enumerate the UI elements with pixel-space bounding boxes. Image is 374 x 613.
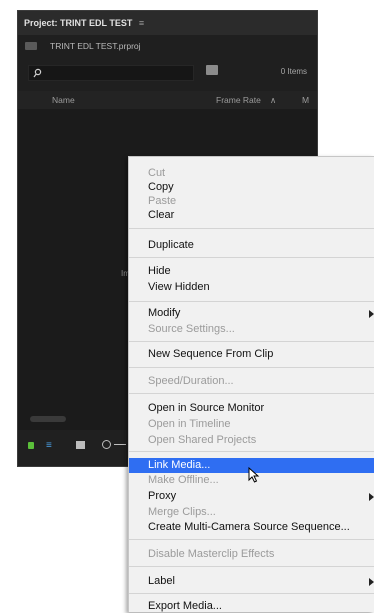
- menu-item-source-settings[interactable]: Source Settings...: [148, 323, 235, 336]
- project-file-name: TRINT EDL TEST.prproj: [50, 41, 141, 51]
- project-bin-icon: [25, 42, 37, 50]
- column-frame-rate[interactable]: Frame Rate: [216, 91, 261, 109]
- menu-item-export-media[interactable]: Export Media...: [148, 600, 222, 613]
- column-media[interactable]: M: [302, 91, 309, 109]
- menu-item-create-multicam[interactable]: Create Multi-Camera Source Sequence...: [148, 521, 350, 534]
- menu-item-open-timeline[interactable]: Open in Timeline: [148, 418, 231, 431]
- menu-separator: [129, 257, 374, 258]
- list-view-icon[interactable]: ≡: [46, 440, 52, 451]
- menu-item-copy[interactable]: Copy: [148, 181, 174, 194]
- menu-item-new-sequence[interactable]: New Sequence From Clip: [148, 348, 273, 361]
- menu-item-make-offline[interactable]: Make Offline...: [148, 474, 219, 487]
- menu-item-speed-duration[interactable]: Speed/Duration...: [148, 375, 234, 388]
- menu-item-duplicate[interactable]: Duplicate: [148, 239, 194, 252]
- menu-item-modify[interactable]: Modify: [148, 307, 180, 320]
- context-menu: Cut Copy Paste Clear Duplicate Hide View…: [128, 156, 374, 612]
- search-icon: [33, 68, 42, 78]
- zoom-slider-handle[interactable]: [102, 440, 111, 449]
- horizontal-scrollbar[interactable]: [30, 416, 66, 422]
- zoom-slider-track[interactable]: [114, 444, 126, 445]
- menu-item-open-shared-projects[interactable]: Open Shared Projects: [148, 434, 256, 447]
- submenu-arrow-icon: [369, 310, 374, 318]
- mouse-cursor-icon: [248, 467, 260, 483]
- project-panel-title: Project: TRINT EDL TEST: [24, 18, 133, 28]
- submenu-arrow-icon: [369, 578, 374, 586]
- menu-separator: [129, 393, 374, 394]
- menu-separator: [129, 301, 374, 302]
- column-header: Name Frame Rate ∧ M: [18, 91, 317, 109]
- menu-separator: [129, 228, 374, 229]
- items-count: 0 Items: [280, 67, 307, 76]
- submenu-arrow-icon: [369, 493, 374, 501]
- menu-separator: [129, 451, 374, 452]
- menu-item-merge-clips[interactable]: Merge Clips...: [148, 506, 216, 519]
- menu-item-cut[interactable]: Cut: [148, 167, 165, 180]
- panel-menu-icon[interactable]: ≡: [139, 18, 144, 28]
- icon-view-icon[interactable]: [76, 441, 85, 449]
- search-input[interactable]: [28, 65, 194, 81]
- menu-item-hide[interactable]: Hide: [148, 265, 171, 278]
- menu-item-paste[interactable]: Paste: [148, 195, 176, 208]
- project-panel-tab[interactable]: Project: TRINT EDL TEST ≡: [18, 11, 317, 35]
- column-name[interactable]: Name: [52, 91, 75, 109]
- menu-separator: [129, 341, 374, 342]
- lock-icon[interactable]: [28, 442, 34, 449]
- menu-separator: [129, 593, 374, 594]
- sort-ascending-icon[interactable]: ∧: [270, 91, 276, 109]
- menu-item-label[interactable]: Label: [148, 575, 175, 588]
- new-bin-icon[interactable]: [206, 65, 218, 75]
- menu-separator: [129, 539, 374, 540]
- menu-item-clear[interactable]: Clear: [148, 209, 174, 222]
- menu-separator: [129, 566, 374, 567]
- menu-item-proxy[interactable]: Proxy: [148, 490, 176, 503]
- menu-separator: [129, 367, 374, 368]
- project-file-row: TRINT EDL TEST.prproj: [18, 37, 317, 55]
- menu-item-open-source-monitor[interactable]: Open in Source Monitor: [148, 402, 264, 415]
- menu-item-disable-masterclip-effects[interactable]: Disable Masterclip Effects: [148, 548, 274, 561]
- menu-item-link-media[interactable]: Link Media...: [148, 459, 210, 472]
- menu-item-view-hidden[interactable]: View Hidden: [148, 281, 210, 294]
